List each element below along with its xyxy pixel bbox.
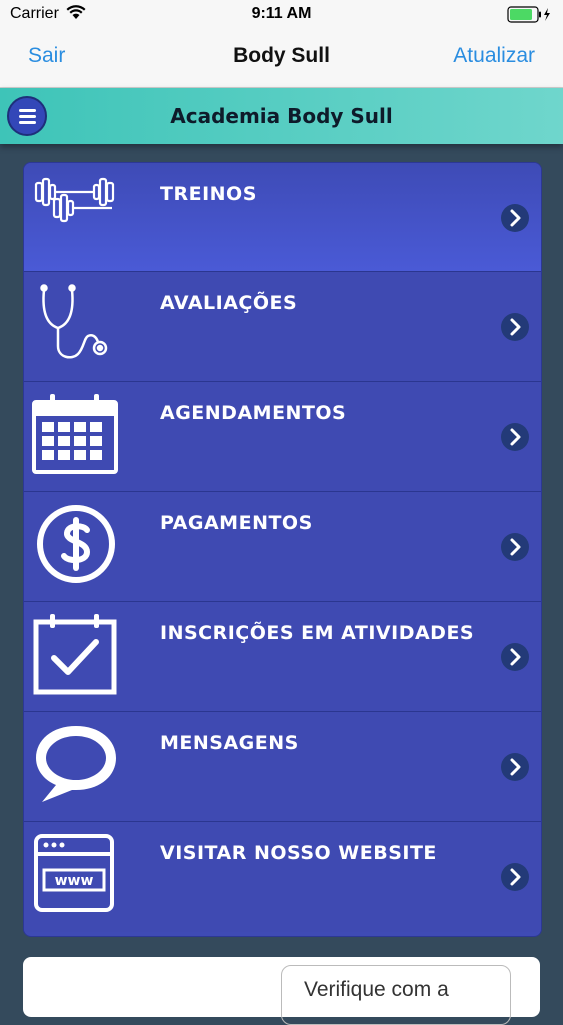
menu-item-label: AVALIAÇÕES: [160, 292, 298, 314]
chevron-right-icon: [501, 533, 529, 561]
main-menu: TREINOS AVALIAÇÕES AGENDAMENTOS PAGAMENT…: [23, 162, 542, 937]
svg-text:www: www: [55, 873, 94, 889]
chevron-right-icon: [501, 753, 529, 781]
bottom-panel: Verifique com a: [23, 957, 540, 1025]
menu-item-label: PAGAMENTOS: [160, 512, 313, 534]
chevron-right-icon: [501, 643, 529, 671]
menu-item-label: MENSAGENS: [160, 732, 299, 754]
chevron-right-icon: [501, 423, 529, 451]
menu-item-treinos[interactable]: TREINOS: [24, 163, 541, 272]
dumbbell-icon: [34, 177, 115, 223]
menu-item-mensagens[interactable]: MENSAGENS: [24, 712, 541, 822]
chevron-right-icon: [501, 204, 529, 232]
chevron-right-icon: [501, 313, 529, 341]
menu-item-avaliacoes[interactable]: AVALIAÇÕES: [24, 272, 541, 382]
menu-item-label: INSCRIÇÕES EM ATIVIDADES: [160, 622, 475, 644]
stethoscope-icon: [40, 284, 108, 359]
speech-bubble-icon: [36, 726, 116, 802]
navigation-bar: Sair Body Sull Atualizar: [0, 30, 563, 88]
menu-item-website[interactable]: www VISITAR NOSSO WEBSITE: [24, 822, 541, 932]
battery-icon: [507, 6, 550, 23]
menu-item-label: TREINOS: [160, 183, 257, 205]
menu-item-label: AGENDAMENTOS: [160, 402, 347, 424]
browser-www-icon: www: [34, 834, 114, 912]
gym-name: Academia Body Sull: [170, 104, 393, 128]
status-bar: Carrier 9:11 AM: [0, 0, 563, 30]
chevron-right-icon: [501, 863, 529, 891]
status-time: 9:11 AM: [251, 5, 312, 22]
menu-item-label: VISITAR NOSSO WEBSITE: [160, 842, 437, 864]
dollar-icon: [37, 505, 115, 583]
menu-item-agendamentos[interactable]: AGENDAMENTOS: [24, 382, 541, 492]
menu-item-inscricoes[interactable]: INSCRIÇÕES EM ATIVIDADES: [24, 602, 541, 712]
calendar-check-icon: [33, 614, 117, 695]
calendar-icon: [32, 394, 118, 474]
menu-item-pagamentos[interactable]: PAGAMENTOS: [24, 492, 541, 602]
notice-box: Verifique com a: [281, 965, 511, 1025]
refresh-button[interactable]: Atualizar: [453, 44, 535, 68]
gym-header: Academia Body Sull: [0, 88, 563, 144]
